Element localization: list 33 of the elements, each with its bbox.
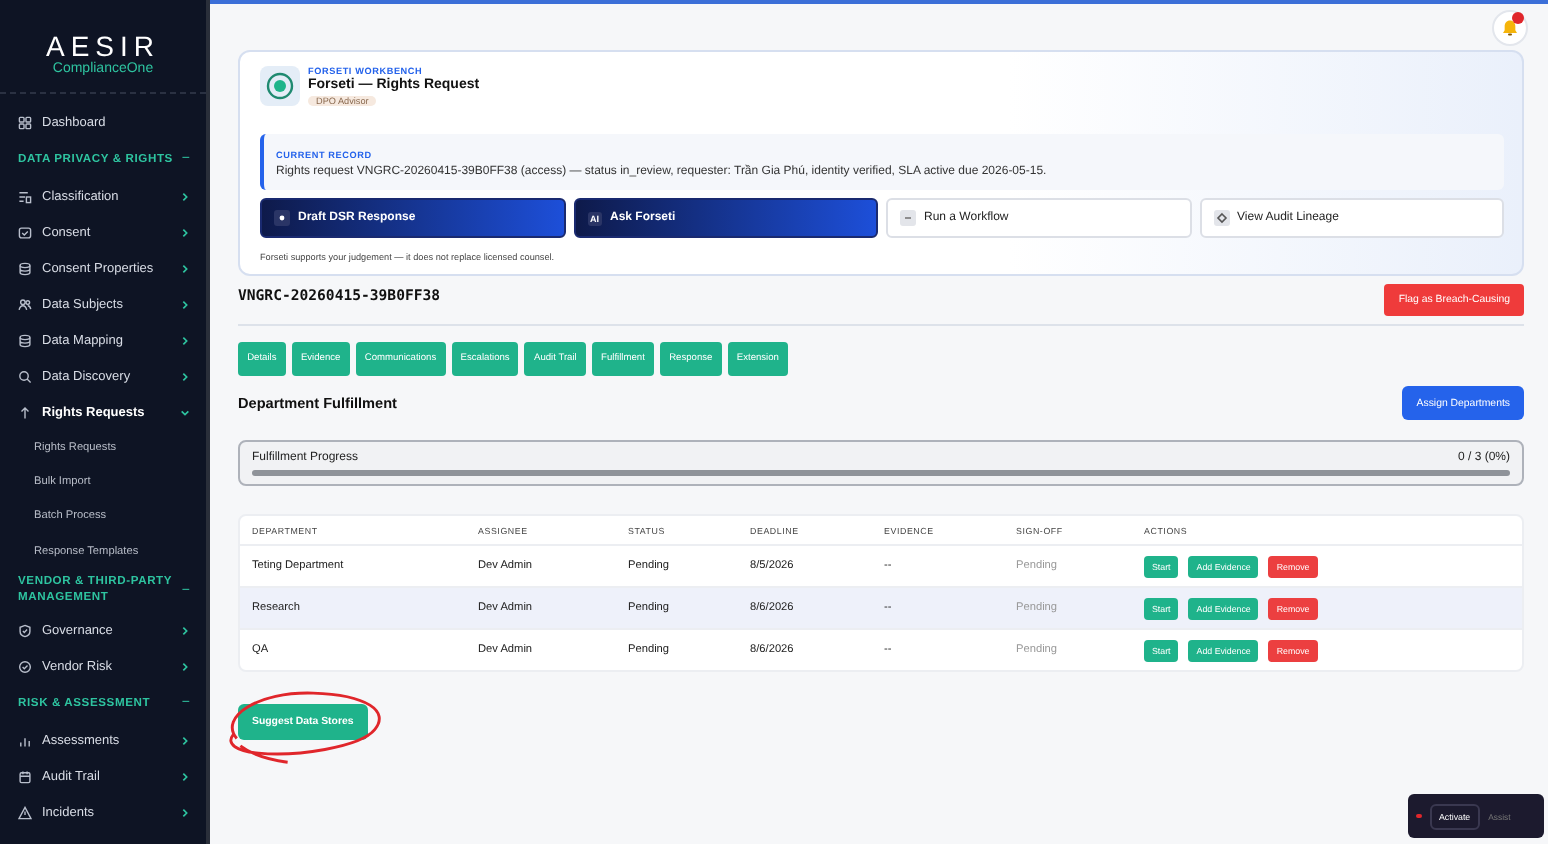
shield-check-icon xyxy=(18,659,32,674)
chevron-right-icon xyxy=(180,625,190,636)
bar-chart-icon xyxy=(18,733,32,748)
chevron-right-icon xyxy=(180,661,190,672)
grid-icon xyxy=(18,115,32,129)
chevron-right-icon xyxy=(180,299,190,309)
status-dot xyxy=(1416,813,1421,819)
people-icon xyxy=(18,297,32,311)
warning-icon xyxy=(18,805,32,820)
database-icon xyxy=(18,261,32,275)
chevron-right-icon xyxy=(180,227,190,237)
database-icon xyxy=(18,333,32,347)
bell-icon xyxy=(1500,17,1520,37)
notification-button[interactable] xyxy=(1492,9,1528,45)
diamond-icon xyxy=(1213,210,1229,226)
chevron-down-icon xyxy=(180,407,190,417)
notification-badge xyxy=(1512,11,1524,23)
target-icon xyxy=(260,66,300,106)
shield-icon xyxy=(18,623,32,638)
chevron-right-icon xyxy=(180,263,190,273)
chevron-right-icon xyxy=(180,335,190,345)
card-icon xyxy=(18,225,32,239)
chevron-right-icon xyxy=(180,735,190,746)
up-arrow-icon xyxy=(18,405,32,419)
chevron-right-icon xyxy=(180,807,190,818)
dot-icon xyxy=(274,210,290,226)
list-icon xyxy=(18,189,32,203)
chevron-right-icon xyxy=(180,771,190,782)
calendar-icon xyxy=(18,769,32,784)
search-icon xyxy=(18,369,32,383)
logo-title: AESIR xyxy=(45,32,160,62)
chevron-right-icon xyxy=(180,191,190,201)
chevron-right-icon xyxy=(180,371,190,381)
